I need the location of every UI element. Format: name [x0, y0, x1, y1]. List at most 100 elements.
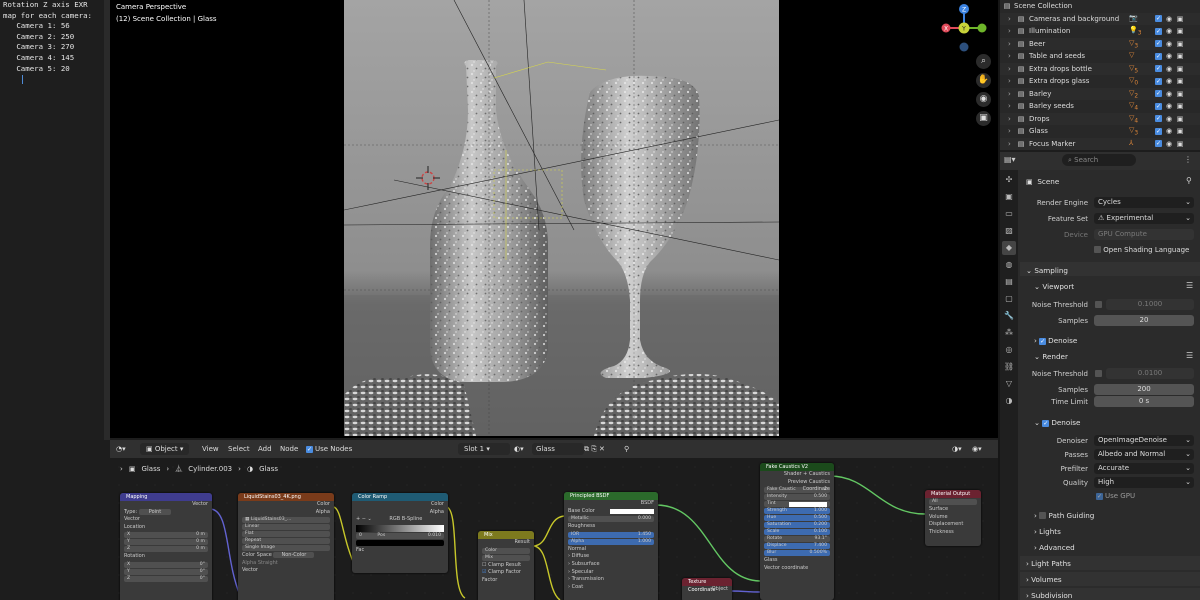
caustics-shader-out[interactable]: Shader + Caustics [760, 471, 834, 479]
camera-render-frame[interactable] [344, 0, 779, 436]
exclude-checkbox[interactable]: ✓ [1155, 27, 1162, 35]
eye-icon[interactable]: ◉ [1165, 90, 1173, 98]
bsdf-out[interactable]: BSDF [564, 500, 658, 508]
outliner-row[interactable]: › ▤ Extra drops bottle ▽5 ✓ ◉ ▣ [1000, 62, 1200, 75]
colorspace-select[interactable]: Non-Color [273, 552, 315, 559]
eye-icon[interactable]: ◉ [1165, 115, 1173, 123]
object-tab-icon[interactable]: ▢ [1002, 292, 1016, 306]
text-editor[interactable]: Rotation Z axis EXR map for each camera:… [0, 0, 104, 440]
shader-node-editor[interactable]: ◔▾ ▣ Object ▾ View Select Add Node ✓ Use … [110, 440, 998, 600]
exclude-checkbox[interactable]: ✓ [1155, 65, 1162, 73]
pin-icon[interactable]: ⚲ [1186, 176, 1192, 185]
exclude-checkbox[interactable]: ✓ [1155, 52, 1162, 60]
editor-type-icon[interactable]: ▤▾ [1004, 155, 1016, 164]
mapping-rot-z[interactable]: Z 0° [124, 575, 208, 582]
camera-render-icon[interactable]: ▣ [1176, 77, 1184, 85]
denoiser-select[interactable]: OpenImageDenoise ⌄ [1094, 435, 1194, 446]
bsdf-roughness-in[interactable]: Roughness [564, 523, 658, 531]
lock-icon[interactable]: ▣ [976, 111, 991, 126]
expand-arrow-icon[interactable]: › [1008, 15, 1014, 23]
caustics-glass-in[interactable]: Glass [760, 557, 834, 565]
options-icon[interactable]: ⋮ [1184, 155, 1192, 164]
presets-icon[interactable]: ☰ [1186, 281, 1193, 290]
text-line[interactable]: map for each camera: [3, 11, 92, 20]
mapping-node[interactable]: Mapping Vector Type: Point Vector Locati… [120, 493, 212, 600]
zoom-icon[interactable]: ⌕ [976, 54, 991, 69]
bsdf-base-color[interactable]: Base Color [564, 508, 658, 516]
r-denoise-row[interactable]: ⌄ ✓ Denoise [1034, 418, 1080, 427]
mix-factor-in[interactable]: Factor [478, 577, 534, 585]
particles-tab-icon[interactable]: ⁂ [1002, 326, 1016, 340]
mix-clamp-factor[interactable]: ☑ Clamp Factor [478, 569, 534, 577]
text-line[interactable]: Camera 2: 250 [3, 32, 74, 41]
outliner-row[interactable]: › ▤ Barley ▽2 ✓ ◉ ▣ [1000, 87, 1200, 100]
volumes-row[interactable]: › Volumes [1026, 575, 1062, 584]
camera-render-icon[interactable]: ▣ [1176, 27, 1184, 35]
light-paths-row[interactable]: › Light Paths [1026, 559, 1071, 568]
feature-set-select[interactable]: ⚠ Experimental ⌄ [1094, 213, 1194, 224]
base-color-swatch[interactable] [610, 508, 654, 514]
mapping-vector-out[interactable]: Vector [120, 501, 212, 509]
ramp-fac-in[interactable]: Fac [352, 547, 448, 555]
outliner[interactable]: ▤ Scene Collection › ▤ Cameras and backgro… [1000, 0, 1200, 150]
mapping-rot-y[interactable]: Y 0° [124, 568, 208, 575]
alpha-mode-select[interactable]: Straight [258, 560, 278, 566]
osl-checkbox[interactable]: Open Shading Language [1094, 246, 1189, 254]
mapping-loc-z[interactable]: Z 0 m [124, 546, 208, 553]
ramp-mode[interactable]: RGB [389, 516, 400, 522]
exclude-checkbox[interactable]: ✓ [1155, 115, 1162, 123]
bsdf-ior[interactable]: IOR 1.450 [568, 531, 654, 538]
outliner-row[interactable]: › ▤ Illumination 💡3 ✓ ◉ ▣ [1000, 25, 1200, 38]
color-ramp-node[interactable]: Color Ramp Color Alpha + − ⌄ RGB B-Splin… [352, 493, 448, 573]
vp-noise-threshold-field[interactable]: 0.1000 [1106, 299, 1194, 310]
text-line[interactable]: Camera 3: 270 [3, 42, 74, 51]
presets-icon[interactable]: ☰ [1186, 351, 1193, 360]
camera-render-icon[interactable]: ▣ [1176, 102, 1184, 110]
use-gpu-checkbox[interactable]: ✓ Use GPU [1096, 492, 1135, 500]
view-layer-tab-icon[interactable]: ▨ [1002, 224, 1016, 238]
caustics-rotate[interactable]: Rotate 93.1° [764, 536, 830, 543]
principled-bsdf-node[interactable]: Principled BSDF BSDF Base Color Metallic… [564, 492, 658, 600]
viewport-subheader[interactable]: ⌄ Viewport [1034, 282, 1074, 291]
material-output-node[interactable]: Material Output All Surface Volume Displ… [925, 490, 981, 546]
bsdf-panel-subsurface[interactable]: › Subsurface [564, 561, 658, 569]
outliner-row[interactable]: › ▤ Drops ▽4 ✓ ◉ ▣ [1000, 112, 1200, 125]
vp-samples-field[interactable]: 20 [1094, 315, 1194, 326]
camera-render-icon[interactable]: ▣ [1176, 90, 1184, 98]
mapping-rot-x[interactable]: X 0° [124, 561, 208, 568]
data-tab-icon[interactable]: ▽ [1002, 377, 1016, 391]
tool-tab-icon[interactable]: ✣ [1002, 173, 1016, 187]
image-extension[interactable]: Repeat [242, 538, 330, 545]
eye-icon[interactable]: ◉ [1165, 102, 1173, 110]
lights-row[interactable]: › Lights [1034, 527, 1061, 536]
camera-render-icon[interactable]: ▣ [1176, 127, 1184, 135]
bsdf-alpha[interactable]: Alpha 1.000 [568, 538, 654, 545]
tint-swatch[interactable] [789, 501, 827, 507]
outliner-row[interactable]: › ▤ Beer ▽3 ✓ ◉ ▣ [1000, 37, 1200, 50]
caustics-scale[interactable]: Scale 0.100 [764, 529, 830, 536]
scene-tab-icon[interactable]: ◆ [1002, 241, 1016, 255]
caustics-tint[interactable]: Tint [764, 501, 830, 508]
text-content[interactable]: Rotation Z axis EXR map for each camera:… [0, 0, 104, 74]
expand-arrow-icon[interactable]: › [1008, 77, 1014, 85]
outliner-row[interactable]: › ▤ Glass ▽3 ✓ ◉ ▣ [1000, 125, 1200, 138]
bsdf-panel-coat[interactable]: › Coat [564, 584, 658, 592]
eye-icon[interactable]: ◉ [1165, 52, 1173, 60]
eye-icon[interactable]: ◉ [1165, 15, 1173, 23]
mapping-type-select[interactable]: Point [138, 508, 172, 515]
image-alpha-out[interactable]: Alpha [238, 509, 334, 517]
expand-arrow-icon[interactable]: › [1008, 40, 1014, 48]
ramp-alpha-out[interactable]: Alpha [352, 509, 448, 517]
render-engine-select[interactable]: Cycles ⌄ [1094, 197, 1194, 208]
caustics-saturation[interactable]: Saturation 0.200 [764, 522, 830, 529]
caustics-strength[interactable]: Strength 1.000 [764, 508, 830, 515]
modifier-tab-icon[interactable]: 🔧 [1002, 309, 1016, 323]
output-volume-in[interactable]: Volume [925, 514, 981, 522]
outliner-row[interactable]: › ▤ Barley seeds ▽4 ✓ ◉ ▣ [1000, 100, 1200, 113]
passes-select[interactable]: Albedo and Normal ⌄ [1094, 449, 1194, 460]
camera-render-icon[interactable]: ▣ [1176, 65, 1184, 73]
mix-node[interactable]: Mix Result Color Mix ☐ Clamp Result ☑ Cl… [478, 531, 534, 600]
device-select[interactable]: GPU Compute [1094, 229, 1194, 240]
camera-render-icon[interactable]: ▣ [1176, 115, 1184, 123]
expand-arrow-icon[interactable]: › [1008, 140, 1014, 148]
